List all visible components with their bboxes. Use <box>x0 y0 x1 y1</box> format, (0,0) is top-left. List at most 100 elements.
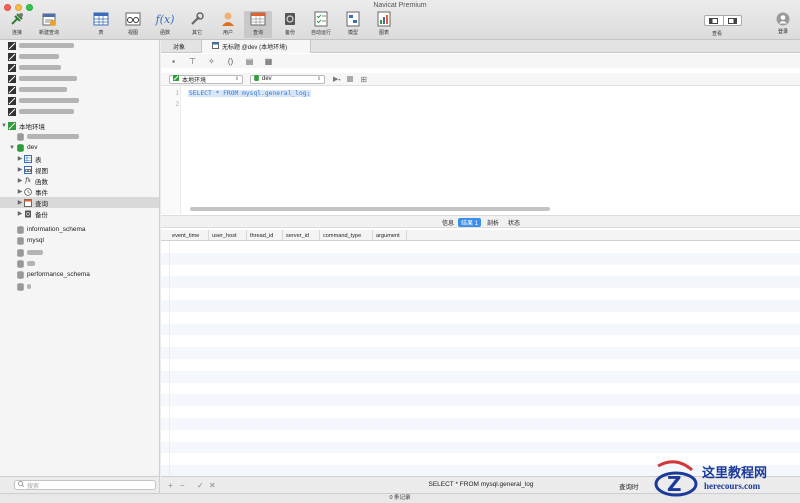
collapse-triangle-icon[interactable]: ▶ <box>16 177 24 184</box>
executed-sql: SELECT * FROM mysql.general_log <box>428 481 534 488</box>
backup-icon <box>24 210 32 218</box>
column-header[interactable]: server_id <box>283 230 320 241</box>
sidebar-layout-icon[interactable] <box>705 16 724 25</box>
result-grid-body[interactable] <box>161 241 800 477</box>
column-header[interactable]: command_type <box>320 230 373 241</box>
chart-button[interactable]: 图表 <box>370 11 398 38</box>
tools-icon <box>189 11 205 27</box>
tree-item-backups[interactable]: ▶ 备份 <box>0 208 159 219</box>
tab-query[interactable]: 无标题 @dev (本地环境) <box>201 40 311 53</box>
connect-button[interactable]: 连接 <box>3 11 31 38</box>
result-tab-status[interactable]: 状态 <box>505 218 523 227</box>
result-tab-profile[interactable]: 剖析 <box>484 218 502 227</box>
account-icon <box>776 12 790 26</box>
view-icon <box>24 165 32 174</box>
explain-icon[interactable]: ⊞ <box>360 75 367 84</box>
collapse-triangle-icon[interactable]: ▶ <box>16 166 24 173</box>
run-icon[interactable]: ▶▾ <box>333 75 340 83</box>
connection-select[interactable]: 本地环境 ⇕ <box>169 74 243 84</box>
tree-item-events[interactable]: ▶ 事件 <box>0 186 159 197</box>
new-query-button[interactable]: 新建查询 <box>35 11 63 38</box>
expand-triangle-icon[interactable]: ▼ <box>0 123 8 129</box>
result-tab-result1[interactable]: 结果 1 <box>458 218 482 227</box>
app-title: Navicat Premium <box>373 2 427 9</box>
collapse-triangle-icon[interactable]: ▶ <box>16 199 24 206</box>
collapse-triangle-icon[interactable]: ▶ <box>16 188 24 195</box>
tree-connection-redacted[interactable] <box>0 62 159 73</box>
main-area: 对象 无标题 @dev (本地环境) ▪ ⊤ ✧ () ▤ ▦ 本地环境 ⇕ d… <box>161 40 800 477</box>
connection-bar: 本地环境 ⇕ dev ⇕ ▶▾ ⊞ <box>161 73 800 86</box>
automation-button[interactable]: 自动运行 <box>307 11 335 38</box>
horizontal-scrollbar[interactable] <box>190 207 550 211</box>
tree-database-redacted[interactable] <box>0 247 159 258</box>
tree-database-dev[interactable]: ▼ dev <box>0 142 159 153</box>
beautify-icon[interactable]: ✧ <box>207 57 216 66</box>
column-header[interactable]: argument <box>373 230 407 241</box>
view-toggle[interactable] <box>704 15 742 26</box>
column-header[interactable]: thread_id <box>247 230 283 241</box>
table-icon <box>93 11 109 27</box>
add-icon[interactable]: + <box>168 481 173 490</box>
sql-editor[interactable]: 1 2 SELECT * FROM mysql.general_log; <box>161 87 800 214</box>
checklist-icon <box>313 11 329 27</box>
query-button[interactable]: 查询 <box>244 11 272 38</box>
tree-connection-redacted[interactable] <box>0 40 159 51</box>
tab-objects[interactable]: 对象 <box>163 40 195 53</box>
connection-icon <box>8 63 16 72</box>
column-header[interactable]: event_time <box>169 230 209 241</box>
connection-icon <box>8 121 16 130</box>
tree-database-redacted[interactable] <box>0 131 159 142</box>
tree-connection-redacted[interactable] <box>0 95 159 106</box>
column-header[interactable]: user_host <box>209 230 247 241</box>
model-button[interactable]: 模型 <box>339 11 367 38</box>
view-button[interactable]: 视图 <box>119 11 147 38</box>
user-button[interactable]: 用户 <box>214 11 242 38</box>
chart-icon <box>376 11 392 27</box>
tab-bar: 对象 无标题 @dev (本地环境) <box>161 40 800 53</box>
tree-database-performance-schema[interactable]: performance_schema <box>0 269 159 280</box>
detail-layout-icon[interactable] <box>724 16 742 25</box>
tree-connection-redacted[interactable] <box>0 51 159 62</box>
connection-sidebar: ▼ 本地环境 ▼ dev ▶ 表 ▶ 视图 ▶ fx 函数 ▶ 事件 ▶ 查询 ▶ 备份 in… <box>0 40 160 476</box>
table-button[interactable]: 表 <box>87 11 115 38</box>
check-icon[interactable]: ✓ <box>197 481 204 490</box>
tree-item-views[interactable]: ▶ 视图 <box>0 164 159 175</box>
tree-connection-redacted[interactable] <box>0 106 159 117</box>
tree-database-mysql[interactable]: mysql <box>0 235 159 246</box>
connection-icon <box>8 41 16 50</box>
connection-icon <box>8 96 16 105</box>
tree-item-functions[interactable]: ▶ fx 函数 <box>0 175 159 186</box>
other-button[interactable]: 其它 <box>183 11 211 38</box>
tree-database-redacted[interactable] <box>0 281 159 292</box>
code-snippet-icon[interactable]: () <box>226 57 235 66</box>
expand-triangle-icon[interactable]: ▼ <box>8 145 16 151</box>
tree-item-queries[interactable]: ▶ 查询 <box>0 197 159 208</box>
tree-item-tables[interactable]: ▶ 表 <box>0 153 159 164</box>
result-tab-info[interactable]: 信息 <box>439 218 457 227</box>
database-select[interactable]: dev ⇕ <box>250 74 325 84</box>
stop-icon[interactable] <box>347 76 354 82</box>
export-icon[interactable]: ▦ <box>264 57 273 66</box>
tree-local-connection[interactable]: ▼ 本地环境 <box>0 120 159 131</box>
backup-button[interactable]: 备份 <box>276 11 304 38</box>
query-icon <box>250 11 266 27</box>
function-button[interactable]: f(x) 函数 <box>151 11 179 38</box>
remove-icon[interactable]: − <box>180 481 185 490</box>
tree-database-redacted[interactable] <box>0 258 159 269</box>
connection-icon <box>173 75 179 83</box>
collapse-triangle-icon[interactable]: ▶ <box>16 155 24 162</box>
collapse-triangle-icon[interactable]: ▶ <box>16 210 24 217</box>
tree-connection-redacted[interactable] <box>0 84 159 95</box>
cancel-icon[interactable]: ✕ <box>209 481 216 490</box>
connection-icon <box>8 52 16 61</box>
watermark-logo: Z <box>654 460 698 497</box>
tree-connection-redacted[interactable] <box>0 73 159 84</box>
user-icon <box>220 11 236 27</box>
sql-text[interactable]: SELECT * FROM mysql.general_log; <box>188 90 312 97</box>
login-button[interactable]: 登录 <box>773 12 793 35</box>
save-icon[interactable]: ▪ <box>169 57 178 66</box>
tree-database-information-schema[interactable]: information_schema <box>0 224 159 235</box>
text-icon[interactable]: ▤ <box>245 57 254 66</box>
sidebar-search-input[interactable]: 搜索 <box>14 480 156 490</box>
query-builder-icon[interactable]: ⊤ <box>188 57 197 66</box>
